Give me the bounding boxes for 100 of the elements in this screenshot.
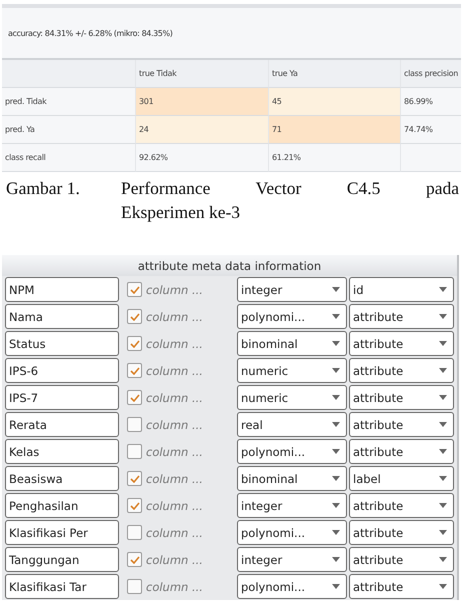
column-label: column ... [146,444,203,458]
caret-icon [332,287,340,292]
caption-text: Eksperimen ke-3 [121,201,242,224]
checkbox[interactable] [127,363,142,378]
type-dropdown[interactable]: binominal [237,331,347,356]
column-label: column ... [146,310,203,324]
type-dropdown[interactable]: integer [237,277,347,302]
caret-icon [439,422,447,427]
table-cell: 45 [269,88,401,116]
table-cell: 61.21% [269,144,401,172]
name-field[interactable]: Tanggungan [5,547,119,572]
checkbox[interactable] [127,552,142,567]
caret-icon [332,314,340,319]
checkbox[interactable] [127,498,142,513]
name-field[interactable]: Kelas [5,439,119,464]
header-cell: true Tidak [136,60,269,88]
checkbox[interactable] [127,444,142,459]
name-field[interactable]: Nama [5,304,119,329]
header-cell: true Ya [269,60,401,88]
name-field[interactable]: IPS-7 [5,385,119,410]
column-label: column ... [146,526,203,540]
check-icon [130,474,140,482]
name-field[interactable]: Klasifikasi Per [5,520,119,545]
name-field[interactable]: Beasiswa [5,466,119,491]
role-dropdown[interactable]: attribute [349,493,454,518]
caret-icon [332,476,340,481]
role-dropdown[interactable]: id [349,277,454,302]
caret-icon [439,584,447,589]
type-dropdown[interactable]: polynomi... [237,439,347,464]
role-dropdown[interactable]: attribute [349,547,454,572]
row-label: class recall [2,144,136,172]
check-icon [130,366,140,374]
column-label: column ... [146,472,203,486]
checkbox[interactable] [127,336,142,351]
column-label: column ... [146,336,203,350]
column-label: column ... [146,580,203,594]
caret-icon [439,395,447,400]
role-dropdown[interactable]: attribute [349,304,454,329]
caption-label: Gambar 1. [6,177,81,200]
type-dropdown[interactable]: numeric [237,385,347,410]
caption-text: Performance Vector C4.5 pada [121,177,459,200]
caret-icon [439,503,447,508]
role-dropdown[interactable]: label [349,466,454,491]
type-dropdown[interactable]: polynomi... [237,520,347,545]
checkbox[interactable] [127,471,142,486]
caret-icon [332,530,340,535]
column-label: column ... [146,282,203,296]
column-label: column ... [146,498,203,512]
table-cell: 301 [136,88,269,116]
check-icon [130,556,140,564]
caret-icon [439,368,447,373]
type-dropdown[interactable]: polynomi... [237,304,347,329]
name-field[interactable]: Penghasilan [5,493,119,518]
caret-icon [439,341,447,346]
role-dropdown[interactable]: attribute [349,520,454,545]
role-dropdown[interactable]: attribute [349,331,454,356]
column-label: column ... [146,418,203,432]
type-dropdown[interactable]: real [237,412,347,437]
caret-icon [439,314,447,319]
type-dropdown[interactable]: numeric [237,358,347,383]
check-icon [130,502,140,510]
checkbox[interactable] [127,417,142,432]
table-cell: 86.99% [401,88,461,116]
column-label: column ... [146,364,203,378]
role-dropdown[interactable]: attribute [349,358,454,383]
name-field[interactable]: NPM [5,277,119,302]
accuracy-text: accuracy: 84.31% +/- 6.28% (mikro: 84.35%) [8,28,172,38]
checkbox[interactable] [127,309,142,324]
type-dropdown[interactable]: polynomi... [237,574,347,599]
role-dropdown[interactable]: attribute [349,439,454,464]
check-icon [130,394,140,402]
caret-icon [332,368,340,373]
table-cell: 71 [269,116,401,144]
checkbox[interactable] [127,390,142,405]
checkbox[interactable] [127,579,142,594]
name-field[interactable]: Klasifikasi Tar [5,574,119,599]
name-field[interactable]: Status [5,331,119,356]
table-cell: 92.62% [136,144,269,172]
check-icon [130,340,140,348]
caret-icon [332,449,340,454]
check-icon [130,312,140,320]
type-dropdown[interactable]: integer [237,493,347,518]
check-icon [130,286,140,294]
caret-icon [332,422,340,427]
role-dropdown[interactable]: attribute [349,412,454,437]
checkbox[interactable] [127,525,142,540]
caret-icon [332,503,340,508]
caret-icon [439,449,447,454]
name-field[interactable]: Rerata [5,412,119,437]
caret-icon [332,584,340,589]
header-cell: class precision [401,60,461,88]
column-label: column ... [146,390,203,404]
role-dropdown[interactable]: attribute [349,385,454,410]
name-field[interactable]: IPS-6 [5,358,119,383]
checkbox[interactable] [127,282,142,297]
table-cell: 24 [136,116,269,144]
caret-icon [439,476,447,481]
role-dropdown[interactable]: attribute [349,574,454,599]
type-dropdown[interactable]: binominal [237,466,347,491]
type-dropdown[interactable]: integer [237,547,347,572]
